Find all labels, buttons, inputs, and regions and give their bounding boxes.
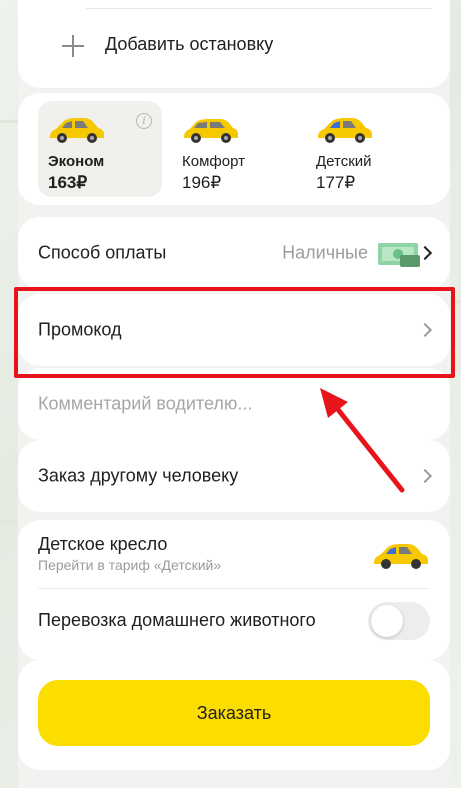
payment-method-row[interactable]: Способ оплаты Наличные [18, 217, 450, 289]
pet-transport-label: Перевозка домашнего животного [38, 610, 316, 630]
info-icon[interactable]: i [136, 113, 152, 129]
divider [38, 588, 430, 589]
child-seat-subtitle[interactable]: Перейти в тариф «Детский» [38, 557, 221, 573]
taxi-car-icon [50, 118, 104, 143]
taxi-car-icon [374, 544, 428, 569]
cash-icon [378, 243, 420, 267]
tariff-name: Комфорт [182, 153, 245, 170]
tariff-price: 177₽ [316, 173, 356, 192]
payment-value: Наличные [282, 242, 368, 263]
toggle-knob [371, 605, 403, 637]
add-stop-label: Добавить остановку [105, 34, 274, 54]
payment-label: Способ оплаты [38, 242, 167, 263]
annotation-arrow-icon [320, 388, 405, 493]
tariff-comfort[interactable]: Комфорт 196₽ [172, 101, 296, 197]
plus-icon [62, 35, 84, 57]
tariff-economy[interactable]: i Эконом 163₽ [38, 101, 162, 197]
tariff-price: 163₽ [48, 173, 88, 192]
taxi-car-icon [318, 118, 372, 143]
order-footer: Заказать [18, 660, 450, 770]
order-button[interactable]: Заказать [38, 680, 430, 746]
pet-transport-toggle[interactable] [368, 602, 430, 640]
chevron-right-icon [417, 468, 433, 484]
tariff-selector: i Эконом 163₽ Комфорт 196₽ Детский 177₽ [18, 93, 450, 205]
tariff-child[interactable]: Детский 177₽ [306, 101, 430, 197]
taxi-car-icon [184, 119, 238, 143]
child-seat-title[interactable]: Детское кресло [38, 534, 167, 555]
tariff-name: Эконом [48, 153, 105, 170]
order-for-other-label: Заказ другому человеку [38, 465, 239, 486]
add-stop-card[interactable]: Добавить остановку [18, 0, 450, 88]
divider [86, 8, 432, 9]
options-card: Детское кресло Перейти в тариф «Детский»… [18, 520, 450, 660]
tariff-name: Детский [316, 153, 372, 170]
highlight-frame [14, 287, 455, 378]
comment-placeholder: Комментарий водителю... [38, 393, 253, 414]
tariff-price: 196₽ [182, 173, 222, 192]
